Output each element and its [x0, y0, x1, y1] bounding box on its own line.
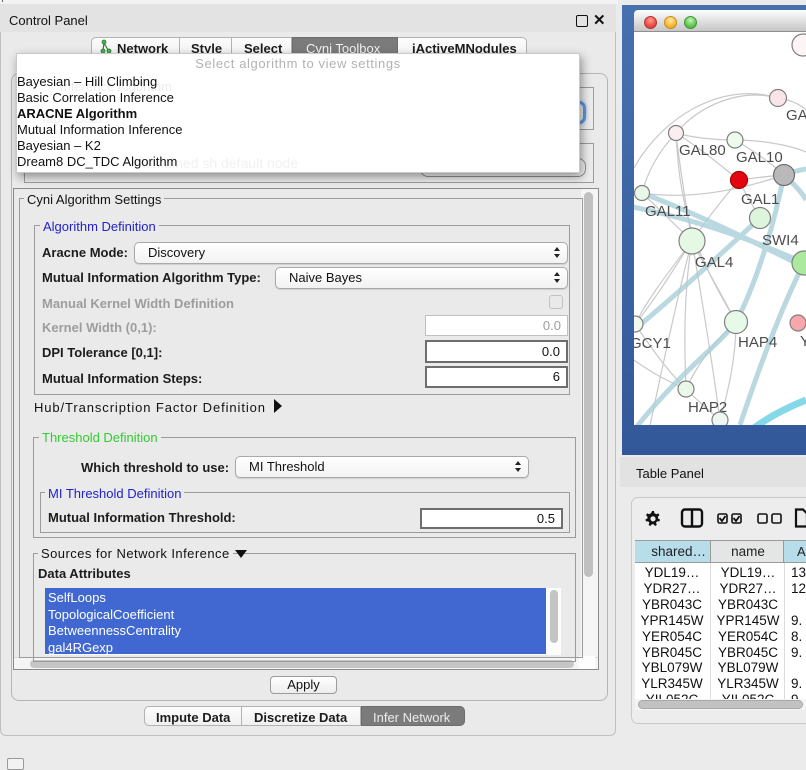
svg-text:GAL7: GAL7 [786, 107, 806, 124]
svg-text:Y: Y [800, 333, 806, 350]
svg-text:HAP4: HAP4 [738, 334, 777, 351]
svg-text:SWI4: SWI4 [762, 232, 799, 249]
svg-text:GCY1: GCY1 [634, 335, 671, 352]
svg-text:GAL10: GAL10 [736, 149, 783, 166]
svg-text:GAL1: GAL1 [741, 191, 779, 208]
svg-text:GAL11: GAL11 [645, 203, 691, 220]
svg-text:GAL4: GAL4 [695, 254, 733, 271]
svg-text:GAL80: GAL80 [679, 142, 726, 159]
